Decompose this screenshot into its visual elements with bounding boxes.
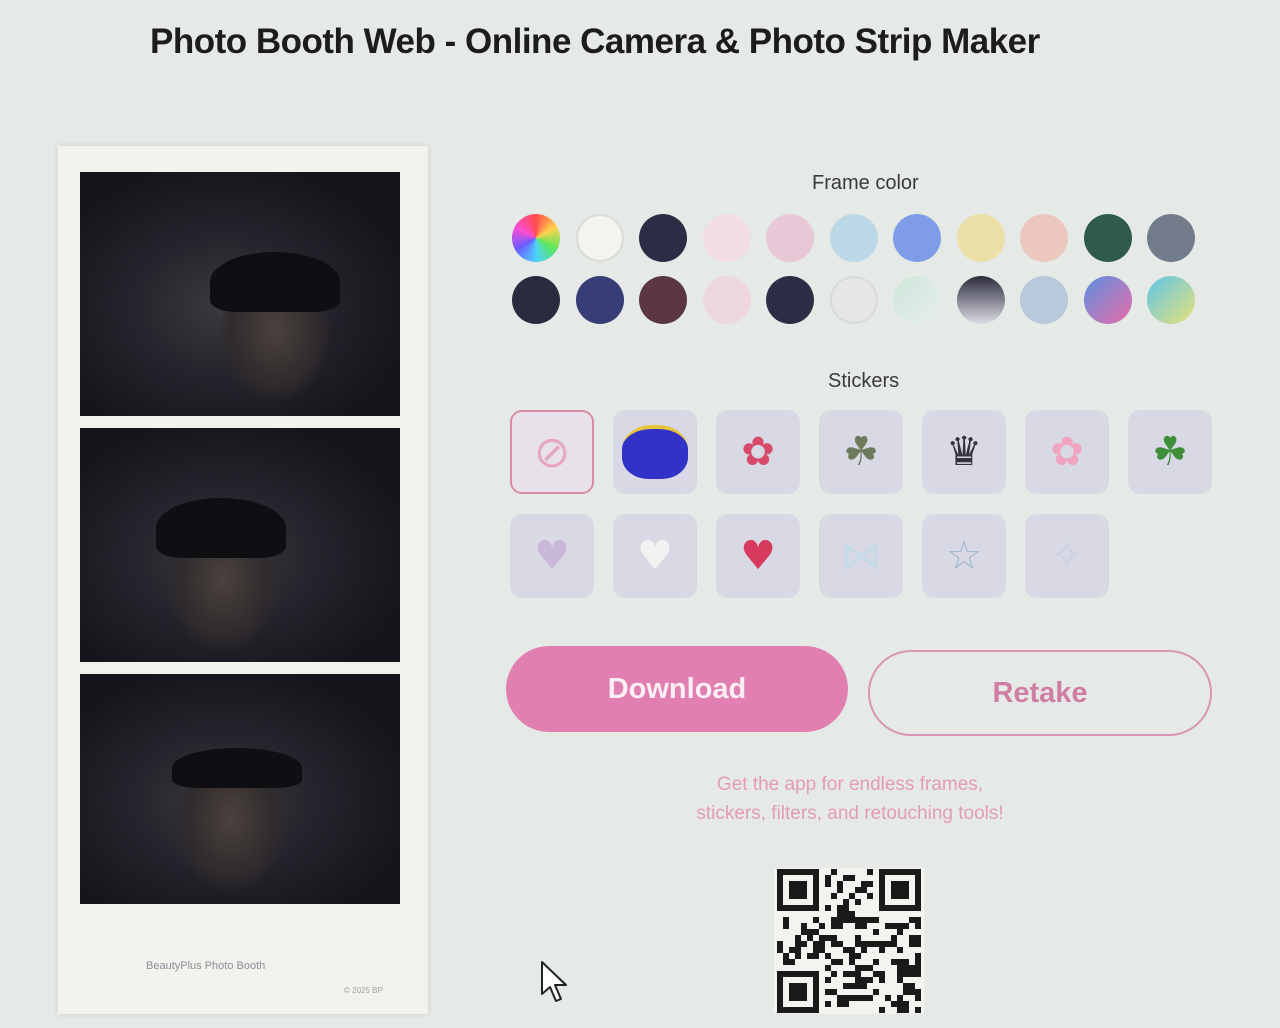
crystal-heart-sticker-icon: ♥: [534, 533, 570, 579]
sticker-none[interactable]: ⊘: [510, 410, 594, 494]
frame-color-swatch-aurora[interactable]: [1083, 276, 1132, 324]
stickers-label: Stickers: [828, 370, 900, 392]
frame-color-swatch-dark-fade[interactable]: [956, 276, 1005, 324]
frame-color-swatch-pink[interactable]: [766, 214, 814, 262]
sticker-crystal-heart[interactable]: ♥: [510, 514, 594, 598]
promo-line-2: stickers, filters, and retouching tools!: [696, 803, 1004, 824]
frame-color-swatch-dark-navy[interactable]: [512, 276, 560, 324]
strip-photo-1: [80, 172, 400, 416]
frame-color-swatch-light-pink[interactable]: [702, 214, 751, 262]
frame-color-swatch-midnight[interactable]: [766, 276, 814, 324]
frame-color-swatch-lagoon[interactable]: [1147, 276, 1195, 324]
mouse-cursor-icon: [541, 961, 567, 1002]
frame-color-label: Frame color: [812, 172, 919, 194]
frame-color-swatch-royal-blue[interactable]: [575, 276, 624, 324]
retake-button[interactable]: Retake: [868, 650, 1212, 736]
sparkle-shapes-sticker-icon: ✧: [1050, 533, 1084, 579]
page-title: Photo Booth Web - Online Camera & Photo …: [150, 22, 1040, 61]
sticker-red-hearts[interactable]: ♥: [716, 514, 800, 598]
frame-color-swatch-periwinkle[interactable]: [893, 214, 941, 262]
frame-color-swatch-blush[interactable]: [702, 276, 751, 324]
strip-photo-3: [80, 674, 400, 904]
sticker-stars[interactable]: ☆: [922, 514, 1006, 598]
frame-color-swatch-white[interactable]: [575, 214, 624, 262]
sticker-sparkle-shapes[interactable]: ✧: [1025, 514, 1109, 598]
app-promo-text: Get the app for endless frames, stickers…: [640, 770, 1060, 828]
sticker-flowers[interactable]: ✿: [716, 410, 800, 494]
none-sticker-icon: ⊘: [533, 426, 571, 478]
cat-scene-sticker-icon: ☘: [843, 429, 879, 475]
bubble-heart-sticker-icon: ♥: [637, 533, 673, 579]
pink-flowers-sticker-icon: ✿: [1050, 429, 1084, 475]
frame-color-swatch-mint-gradient[interactable]: [893, 276, 941, 324]
frame-color-swatch-light-yellow[interactable]: [956, 214, 1005, 262]
frame-color-swatch-dark-green[interactable]: [1083, 214, 1132, 262]
photo-strip: BeautyPlus Photo Booth © 2025 BP: [58, 146, 428, 1014]
frame-color-swatch-navy[interactable]: [639, 214, 687, 262]
frame-color-swatch-peach[interactable]: [1020, 214, 1068, 262]
sticker-blue-cat[interactable]: [613, 410, 697, 494]
frame-color-swatch-rainbow-picker[interactable]: [512, 214, 560, 262]
stars-sticker-icon: ☆: [946, 533, 982, 579]
sticker-bubble-heart[interactable]: ♥: [613, 514, 697, 598]
frame-color-swatch-off-white[interactable]: [829, 276, 878, 324]
strip-copyright: © 2025 BP: [344, 986, 383, 995]
bow-sticker-icon: ⋈: [841, 533, 881, 579]
sticker-clover[interactable]: ☘: [1128, 410, 1212, 494]
clover-sticker-icon: ☘: [1152, 429, 1188, 475]
sticker-pink-flowers[interactable]: ✿: [1025, 410, 1109, 494]
red-hearts-sticker-icon: ♥: [740, 533, 776, 579]
flowers-sticker-icon: ✿: [741, 429, 775, 475]
crown-sticker-icon: ♛: [946, 429, 982, 475]
frame-color-swatch-slate-gray[interactable]: [1147, 214, 1195, 262]
sticker-crown[interactable]: ♛: [922, 410, 1006, 494]
download-button[interactable]: Download: [506, 646, 848, 732]
frame-color-swatch-maroon[interactable]: [639, 276, 687, 324]
qr-code: [774, 868, 924, 1014]
frame-color-swatch-light-blue[interactable]: [829, 214, 878, 262]
promo-line-1: Get the app for endless frames,: [716, 774, 984, 795]
strip-brand-label: BeautyPlus Photo Booth: [146, 960, 266, 972]
sticker-cat-scene[interactable]: ☘: [819, 410, 903, 494]
blue-cat-sticker-icon: [622, 425, 688, 479]
sticker-bow[interactable]: ⋈: [819, 514, 903, 598]
frame-color-swatch-powder-blue[interactable]: [1020, 276, 1068, 324]
strip-photo-2: [80, 428, 400, 662]
